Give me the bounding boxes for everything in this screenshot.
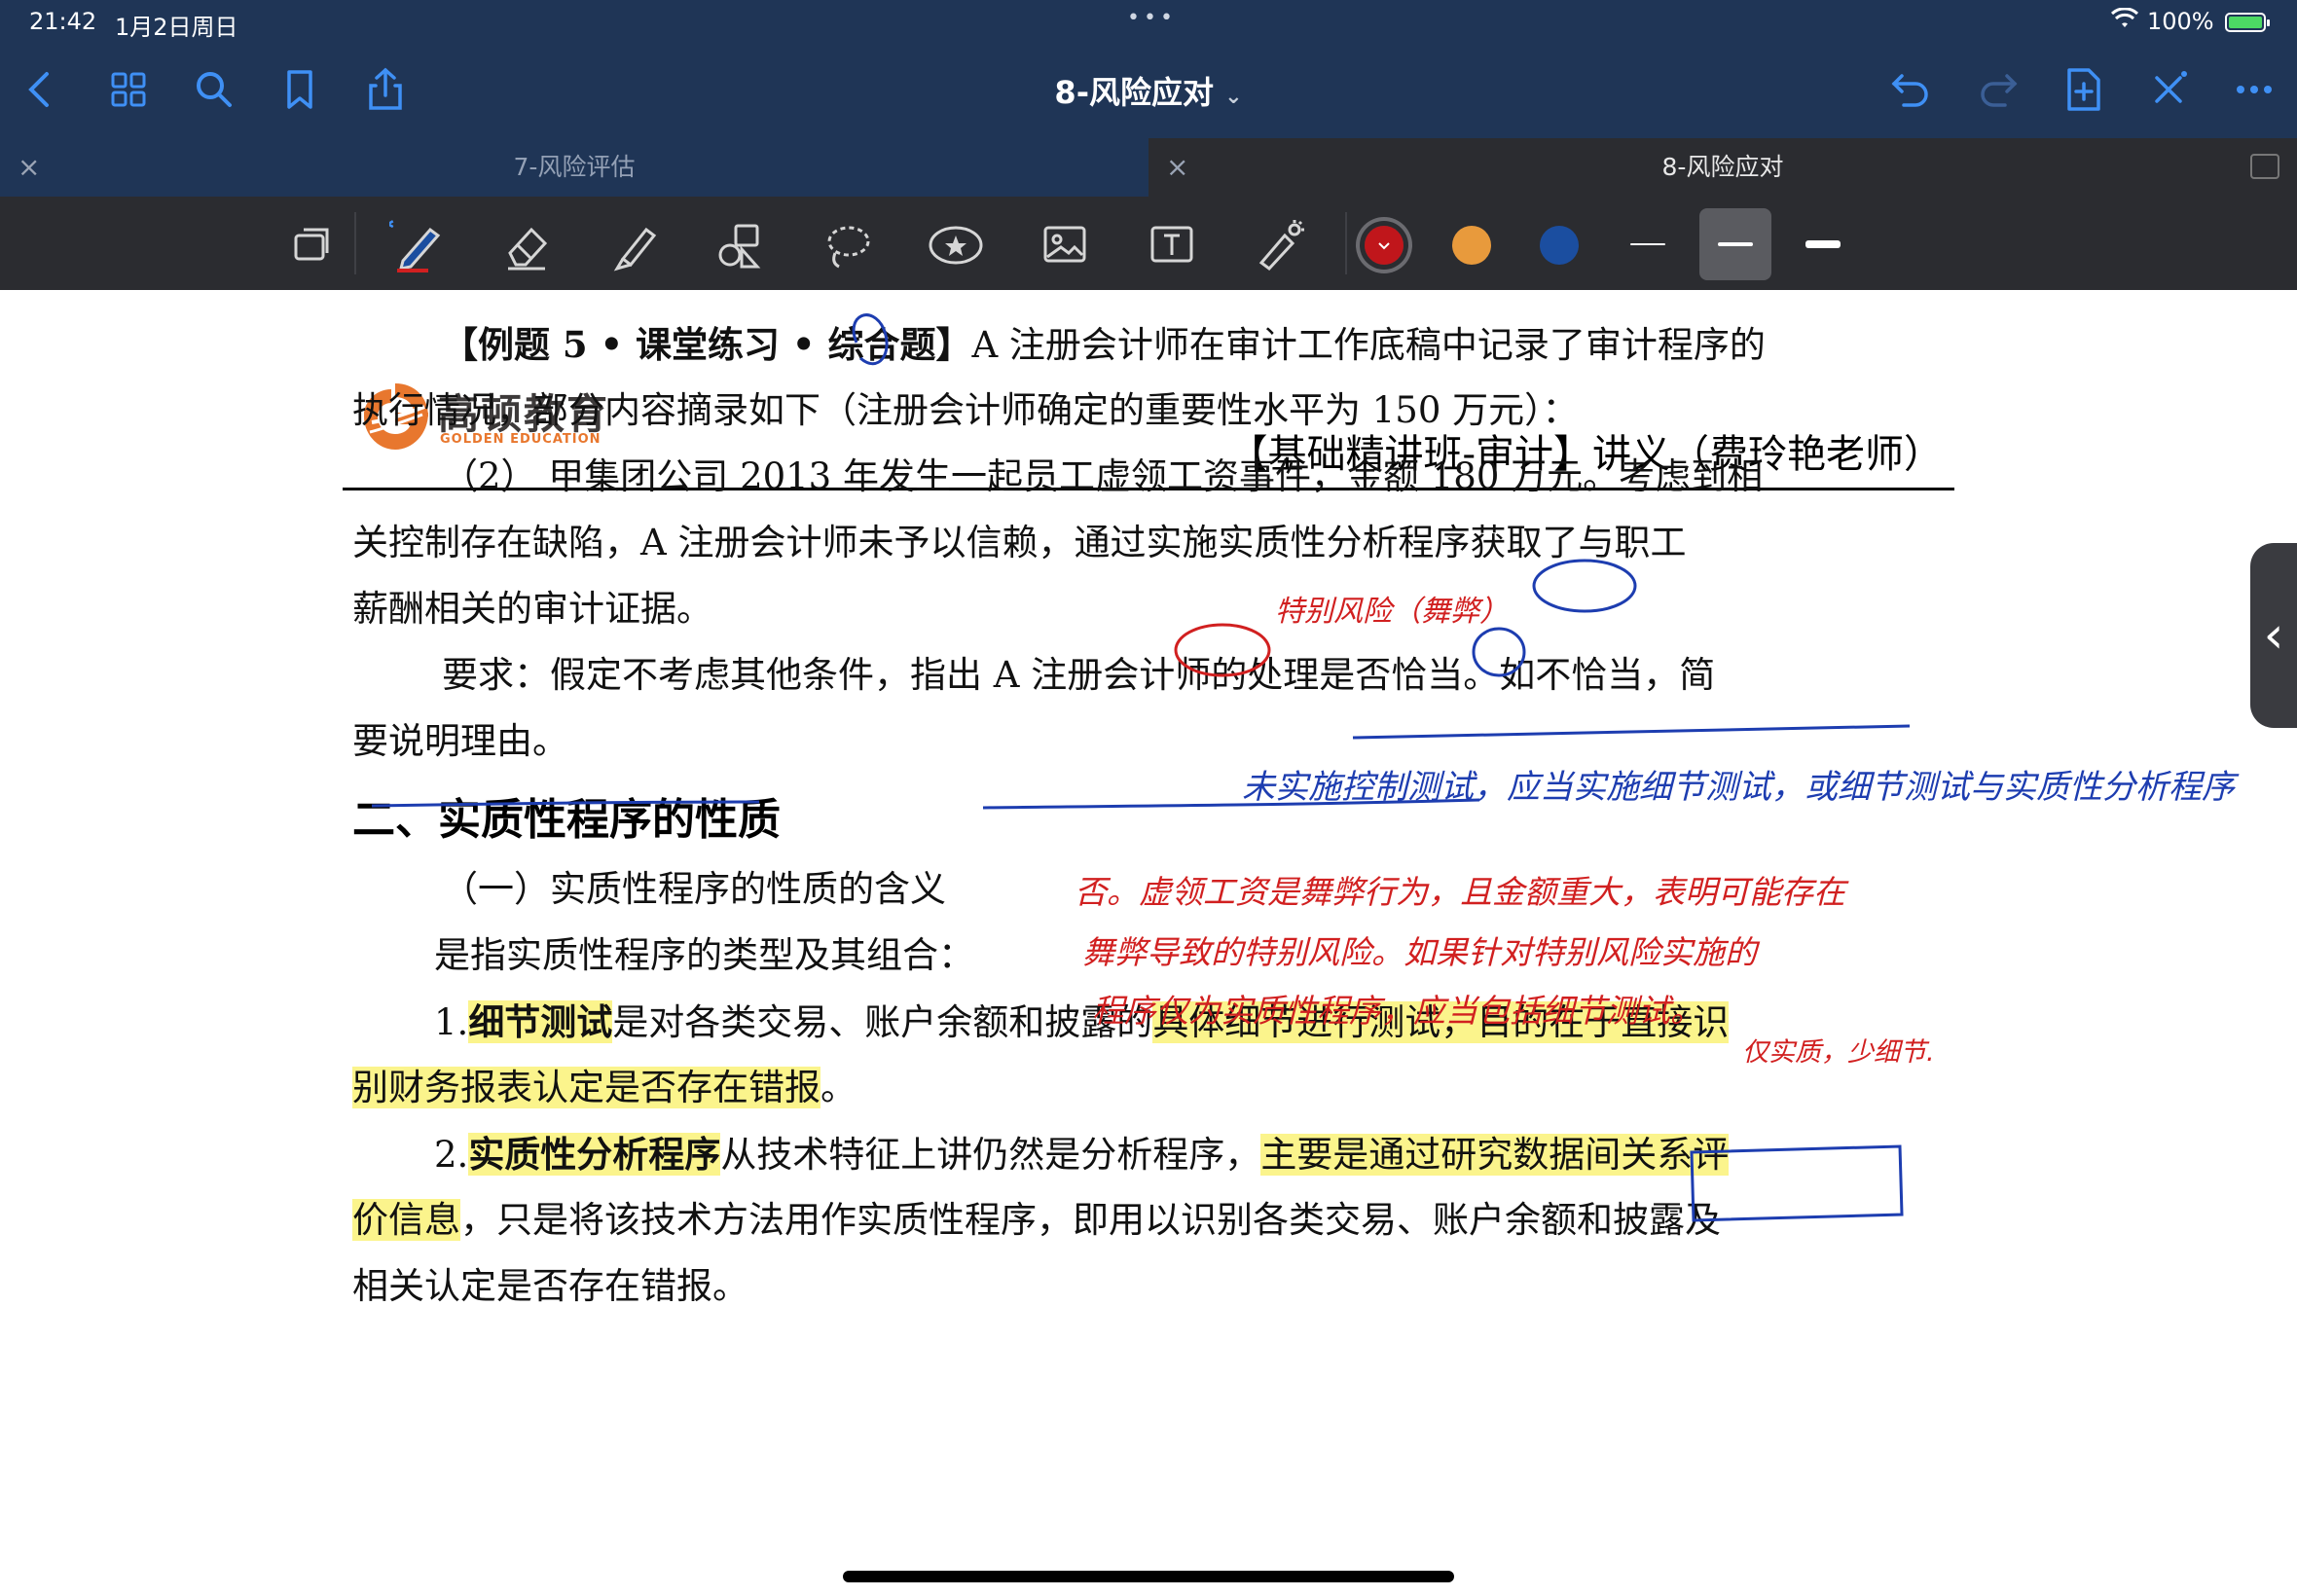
ink-red-answer-1: 否。虚领工资是舞弊行为，且金额重大，表明可能存在 [1075,873,1849,911]
color-red-swatch[interactable] [1365,226,1404,265]
example-line-1: 【例题 5 • 课堂练习 • 综合题】A 注册会计师在审计工作底稿中记录了审计程… [442,323,1766,366]
stroke-medium-option[interactable] [1699,208,1771,280]
sidebar-toggle-handle[interactable]: ‹ [2250,543,2297,728]
item1-line-1: 1.细节测试是对各类交易、账户余额和披露的具体细节进行测试，目的在于直接识 [434,1000,1730,1043]
document-title-dropdown[interactable]: 8-风险应对 ⌄ [0,68,2297,113]
ink-red-answer-4: 仅实质，少细节. [1742,1037,1935,1068]
add-page-icon[interactable] [2056,62,2110,117]
sub-title: （一）实质性程序的性质的含义 [442,868,946,910]
battery-icon [2225,13,2270,32]
undo-icon[interactable] [1884,62,1939,117]
close-tab-icon[interactable]: × [18,138,40,197]
annotation-toolbar: ✱ [0,197,2297,290]
requirement-line-1: 要求：假定不考虑其他条件，指出 A 注册会计师的处理是否恰当。如不恰当，简 [442,654,1716,696]
status-bar: 21:42 1月2日周日 ••• 100% [0,0,2297,43]
eraser-icon[interactable] [496,216,555,274]
status-date: 1月2日周日 [115,14,238,41]
redo-icon[interactable] [1970,62,2024,117]
home-indicator[interactable] [843,1571,1454,1582]
tab-risk-assessment[interactable]: × 7-风险评估 [0,138,1148,197]
close-x-icon[interactable] [2141,62,2196,117]
battery-percent: 100% [2147,8,2214,35]
read-mode-icon[interactable] [282,216,341,274]
example-line-3: （2） 甲集团公司 2013 年发生一起员工虚领工资事件，金额 180 万元。考… [442,455,1764,497]
multitasking-dots-icon[interactable]: ••• [1127,6,1177,30]
example-line-5: 薪酬相关的审计证据。 [352,588,712,630]
example-line-4: 关控制存在缺陷，A 注册会计师未予以信赖，通过实施实质性分析程序获取了与职工 [352,522,1687,563]
close-tab-icon[interactable]: × [1166,138,1188,197]
shapes-icon[interactable] [711,216,769,274]
image-icon[interactable] [1036,216,1094,274]
section-title: 二、实质性程序的性质 [352,795,781,845]
intro-line: 是指实质性程序的类型及其组合： [434,934,974,976]
stroke-thin-option[interactable] [1612,208,1684,280]
color-blue-swatch[interactable] [1540,226,1579,265]
more-icon[interactable] [2227,62,2281,117]
tab-bar: × 7-风险评估 × 8-风险应对 [0,138,2297,197]
pen-tool-icon[interactable]: ✱ [382,215,448,274]
split-view-icon[interactable] [2250,154,2279,179]
lasso-icon[interactable] [818,216,876,274]
item2-line-2: 价信息，只是将该技术方法用作实质性程序，即用以识别各类交易、账户余额和披露及 [352,1199,1721,1241]
ink-blue-note: 未实施控制测试，应当实施细节测试，或细节测试与实质性分析程序 [1242,768,2240,807]
color-orange-swatch[interactable] [1452,226,1491,265]
sticker-icon[interactable] [927,216,985,274]
text-box-icon[interactable] [1143,216,1201,274]
nav-bar: 8-风险应对 ⌄ [0,43,2297,138]
ink-red-top: 特别风险（舞弊） [1275,595,1509,629]
tab-risk-response[interactable]: × 8-风险应对 [1148,138,2297,197]
item2-line-3: 相关认定是否存在错报。 [352,1265,748,1307]
tab-label: 7-风险评估 [513,153,636,181]
example-line-2: 执行情况，部分内容摘录如下（注册会计师确定的重要性水平为 150 万元）： [352,389,1579,431]
item1-line-2: 别财务报表认定是否存在错报。 [352,1067,857,1108]
wifi-icon [2110,7,2139,37]
ink-red-answer-2: 舞弊导致的特别风险。如果针对特别风险实施的 [1082,933,1761,971]
highlighter-icon[interactable] [603,216,662,274]
tab-label: 8-风险应对 [1661,153,1784,181]
requirement-line-2: 要说明理由。 [352,720,568,762]
document-page[interactable]: 高顿教育 GOLDEN EDUCATION 【基础精讲班-审计】讲义（费玲艳老师… [0,290,2297,1596]
laser-pointer-icon[interactable] [1250,216,1308,274]
stroke-thick-option[interactable] [1787,208,1859,280]
ink-underline-1 [1352,724,1911,740]
item2-line-1: 2.实质性分析程序从技术特征上讲仍然是分析程序，主要是通过研究数据间关系评 [434,1133,1730,1176]
ink-underline-3 [982,798,1480,810]
svg-text:✱: ✱ [389,216,394,234]
status-time: 21:42 [29,8,97,35]
